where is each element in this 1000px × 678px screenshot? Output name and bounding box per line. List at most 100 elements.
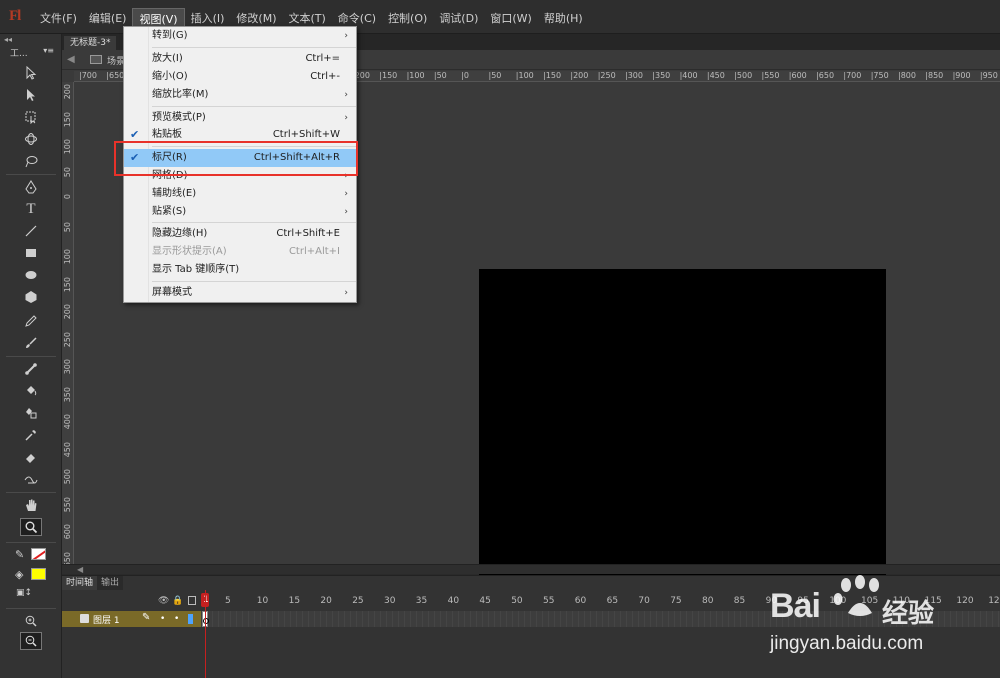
rectangle-tool-icon[interactable] [20, 244, 42, 262]
paint-bucket-tool-icon[interactable] [20, 382, 42, 400]
text-tool-icon[interactable]: T [20, 200, 42, 218]
layer-name[interactable]: 图层 1 [93, 613, 120, 626]
panel-menu-icon[interactable]: ▾≡ [43, 46, 54, 55]
stroke-color-icon[interactable]: ✎ [15, 548, 24, 561]
frame-number: 60 [574, 596, 587, 606]
frame-number: 70 [638, 596, 650, 606]
bone-tool-icon[interactable] [20, 360, 42, 378]
back-arrow-icon[interactable]: ◀ [67, 54, 75, 65]
ruler-tick-label: |50 [488, 71, 502, 80]
ink-bottle-tool-icon[interactable] [20, 404, 42, 422]
subselection-tool-icon[interactable] [20, 86, 42, 104]
free-transform-tool-icon[interactable] [20, 108, 42, 126]
menu-item[interactable]: 控制(O) [382, 8, 433, 30]
width-tool-icon[interactable] [20, 470, 42, 488]
swap-colors-icon[interactable]: ▣↕ [16, 588, 32, 598]
zoom-tool-icon[interactable] [20, 518, 42, 536]
layer-visible-dot[interactable]: • [160, 614, 165, 624]
menu-item-label: 屏幕模式 [152, 287, 192, 298]
frame-number: 20 [320, 596, 332, 606]
stage[interactable] [479, 269, 886, 594]
baidu-brand: Bai [770, 587, 821, 625]
annotation-highlight-box [114, 141, 358, 176]
menu-separator [152, 222, 356, 223]
ruler-tick-label: |650 [106, 71, 125, 80]
view-menu-item[interactable]: 贴紧(S) › [124, 203, 356, 221]
scene-icon [90, 55, 102, 64]
view-menu-item[interactable]: 缩放比率(M) › [124, 86, 356, 104]
tools-panel-header: 工... ▾≡ [4, 46, 58, 59]
document-tab[interactable]: 无标题-3* [64, 36, 117, 50]
eye-icon[interactable]: 👁 [158, 596, 169, 606]
vertical-ruler: 200 150 100 50 0 50 100 150 200 250 300 350 400 450 50… [62, 82, 74, 568]
lock-icon[interactable]: 🔒 [172, 596, 183, 606]
pencil-tool-icon[interactable] [20, 312, 42, 330]
ruler-tick-label: 0 [63, 194, 72, 200]
ruler-tick-label: |650 [816, 71, 835, 80]
ruler-tick-label: |300 [625, 71, 643, 80]
scroll-left-icon[interactable]: ◀ [77, 565, 83, 574]
menu-item[interactable]: 调试(D) [433, 8, 484, 30]
view-menu-item[interactable]: 转到(G) › [124, 27, 356, 45]
lasso-tool-icon[interactable] [20, 152, 42, 170]
layer-outline-color[interactable] [188, 614, 193, 624]
horizontal-scrollbar[interactable]: ◀ [62, 564, 1000, 574]
menu-item[interactable]: 窗口(W) [484, 8, 537, 30]
eraser-tool-icon[interactable] [20, 448, 42, 466]
ruler-tick-label: 500 [63, 469, 72, 485]
timeline-tab[interactable]: 输出 [97, 576, 124, 590]
ruler-tick-label: |600 [788, 71, 807, 80]
menu-item[interactable]: 文件(F) [34, 8, 83, 30]
ruler-tick-label: |800 [898, 71, 916, 80]
selection-tool-icon[interactable] [20, 64, 42, 82]
tool-separator [6, 542, 56, 543]
menu-item-label: 隐藏边缘(H) [152, 228, 208, 239]
layer-lock-dot[interactable]: • [174, 614, 179, 624]
brush-tool-icon[interactable] [20, 334, 42, 352]
ruler-tick-label: |150 [379, 71, 398, 80]
menu-item-label: 预览模式(P) [152, 112, 206, 123]
ruler-tick-label: 150 [63, 111, 72, 127]
frame-number: 65 [606, 596, 619, 606]
ruler-tick-label: |450 [706, 71, 725, 80]
view-menu-item[interactable]: 放大(I) Ctrl+= [124, 50, 356, 68]
frame-number: 35 [415, 596, 428, 606]
view-menu-item[interactable]: 辅助线(E) › [124, 185, 356, 203]
frame-number: 45 [479, 596, 491, 606]
pen-tool-icon[interactable] [20, 178, 42, 196]
eyedropper-tool-icon[interactable] [20, 426, 42, 444]
oval-tool-icon[interactable] [20, 266, 42, 284]
ruler-tick-label: 50 [63, 221, 72, 232]
stroke-color-swatch[interactable] [31, 548, 46, 560]
ruler-tick-label: |750 [870, 71, 889, 80]
hand-tool-icon[interactable] [20, 496, 42, 514]
collapse-icon[interactable]: ◂◂ [4, 35, 12, 44]
ruler-tick-label: 550 [63, 496, 72, 512]
menu-item-label: 放大(I) [152, 53, 183, 64]
jingyan-brand: 经验 [882, 599, 935, 629]
3d-rotation-tool-icon[interactable] [20, 130, 42, 148]
view-menu-item[interactable]: 隐藏边缘(H) Ctrl+Shift+E [124, 225, 356, 243]
snap-to-objects-icon[interactable] [20, 612, 42, 630]
view-menu-item[interactable]: 显示 Tab 键顺序(T) [124, 261, 356, 279]
fill-color-icon[interactable]: ◈ [15, 568, 23, 581]
polystar-tool-icon[interactable] [20, 288, 42, 306]
zoom-out-modifier-icon[interactable] [20, 632, 42, 650]
fill-color-swatch[interactable] [31, 568, 46, 580]
frame-number: 50 [511, 596, 523, 606]
ruler-tick-label: |400 [679, 71, 698, 80]
view-menu-item[interactable]: 屏幕模式 › [124, 284, 356, 302]
ruler-tick-label: |100 [406, 71, 425, 80]
line-tool-icon[interactable] [20, 222, 42, 240]
ruler-tick-label: 400 [63, 414, 72, 430]
outline-icon[interactable] [188, 596, 196, 605]
timeline-tab[interactable]: 时间轴 [62, 576, 98, 590]
view-menu-item[interactable]: 预览模式(P) › [124, 109, 356, 127]
ruler-tick-label: |500 [734, 71, 753, 80]
tool-separator [6, 492, 56, 493]
menu-item[interactable]: 帮助(H) [538, 8, 589, 30]
view-menu-item[interactable]: 缩小(O) Ctrl+- [124, 68, 356, 86]
tools-panel-title: 工... [10, 49, 28, 59]
ruler-tick-label: |550 [761, 71, 780, 80]
layer-header[interactable]: 图层 1 ✎ • • [62, 611, 201, 627]
